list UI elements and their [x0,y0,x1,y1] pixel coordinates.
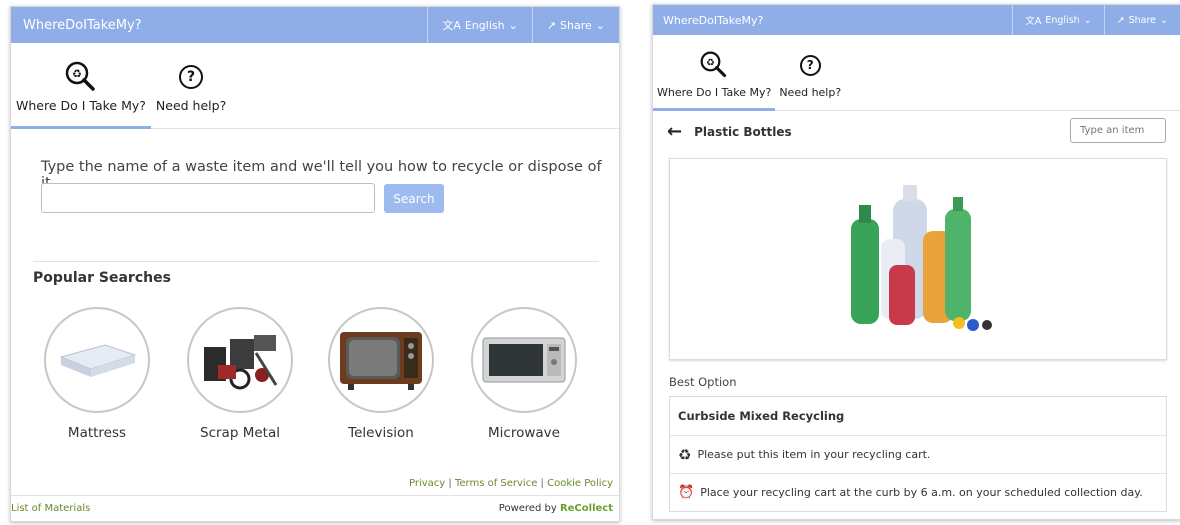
type-item-input[interactable] [1070,118,1166,143]
option-line-text: Please put this item in your recycling c… [697,448,931,461]
translate-icon: 文A [1025,16,1042,27]
translate-icon: 文A [442,19,461,32]
share-icon: ↗ [1116,14,1125,26]
brand-title[interactable]: WhereDoITakeMy? [653,14,1012,27]
search-input[interactable] [41,183,375,213]
back-arrow-icon[interactable]: ← [667,123,682,141]
recycle-icon: ♻ [678,445,692,464]
share-button[interactable]: ↗ Share ⌄ [531,7,619,43]
cookie-policy-link[interactable]: Cookie Policy [547,478,613,489]
popular-searches-title: Popular Searches [33,270,171,286]
tab-need-help[interactable]: ? Need help? [775,35,845,110]
brand-title[interactable]: WhereDoITakeMy? [11,18,427,33]
popular-item-microwave[interactable]: Microwave [469,307,579,441]
svg-text:♻: ♻ [72,68,82,81]
powered-by-text: Powered by [498,503,557,514]
share-button[interactable]: ↗ Share ⌄ [1103,5,1180,35]
popular-item-television[interactable]: Television [326,307,436,441]
separator: | [448,478,452,489]
television-image [328,307,434,413]
share-label: Share [560,18,592,32]
divider [33,261,599,262]
microwave-image [471,307,577,413]
option-title: Curbside Mixed Recycling [670,397,1166,435]
home-panel: WhereDoITakeMy? 文A English ⌄ ↗ Share ⌄ ♻… [10,6,620,522]
recycle-search-icon: ♻ [63,58,99,96]
tab-label: Need help? [779,86,842,99]
recycle-search-icon: ♻ [698,46,730,84]
language-label: English [464,18,505,32]
tab-label: Where Do I Take My? [16,98,146,113]
share-label: Share [1128,14,1157,26]
scrap-metal-image [187,307,293,413]
item-header: ← Plastic Bottles [667,123,792,141]
svg-text:♻: ♻ [706,57,715,68]
chevron-down-icon: ⌄ [1160,14,1168,26]
popular-label: Scrap Metal [200,425,280,441]
option-title-text: Curbside Mixed Recycling [678,409,845,423]
tab-bar: ♻ Where Do I Take My? ? Need help? [11,43,619,129]
recollect-logo[interactable]: ReCollect [560,503,613,514]
footer: List of Materials Powered by ReCollect [11,495,619,521]
popular-label: Television [348,425,414,441]
mattress-image [44,307,150,413]
tab-where-do-i-take-my[interactable]: ♻ Where Do I Take My? [653,35,776,111]
popular-label: Mattress [67,425,127,441]
chevron-down-icon: ⌄ [508,18,518,32]
option-line-text: Place your recycling cart at the curb by… [700,486,1143,499]
language-button[interactable]: 文A English ⌄ [1012,5,1103,35]
tab-need-help[interactable]: ? Need help? [151,43,231,128]
language-button[interactable]: 文A English ⌄ [427,7,531,43]
tab-label: Where Do I Take My? [657,86,772,99]
terms-link[interactable]: Terms of Service [455,478,537,489]
popular-label: Microwave [488,425,560,441]
powered-by: Powered by ReCollect [499,503,613,514]
tab-label: Need help? [155,98,227,113]
top-bar: WhereDoITakeMy? 文A English ⌄ ↗ Share ⌄ [11,7,619,43]
share-icon: ↗ [546,18,557,32]
tab-where-do-i-take-my[interactable]: ♻ Where Do I Take My? [11,43,151,129]
question-icon: ? [179,65,204,89]
item-image-card [669,158,1167,360]
chevron-down-icon: ⌄ [595,18,605,32]
chevron-down-icon: ⌄ [1083,14,1092,26]
privacy-link[interactable]: Privacy [409,478,445,489]
option-line: ⏰ Place your recycling cart at the curb … [670,473,1166,511]
top-bar: WhereDoITakeMy? 文A English ⌄ ↗ Share ⌄ [653,5,1180,35]
question-icon: ? [799,54,821,76]
option-card: Curbside Mixed Recycling ♻ Please put th… [669,396,1167,512]
legal-links: Privacy | Terms of Service | Cookie Poli… [409,478,613,489]
option-line: ♻ Please put this item in your recycling… [670,435,1166,473]
item-title: Plastic Bottles [694,125,792,139]
best-option-label: Best Option [669,375,737,389]
popular-item-mattress[interactable]: Mattress [42,307,152,441]
list-of-materials-link[interactable]: List of Materials [11,503,90,514]
language-label: English [1045,14,1080,26]
search-button[interactable]: Search [384,184,444,213]
tab-bar: ♻ Where Do I Take My? ? Need help? [653,35,1180,111]
plastic-bottles-image [851,185,992,331]
alarm-clock-icon: ⏰ [678,485,695,500]
popular-item-scrap-metal[interactable]: Scrap Metal [185,307,295,441]
separator: | [540,478,544,489]
item-detail-panel: WhereDoITakeMy? 文A English ⌄ ↗ Share ⌄ ♻… [652,4,1180,520]
